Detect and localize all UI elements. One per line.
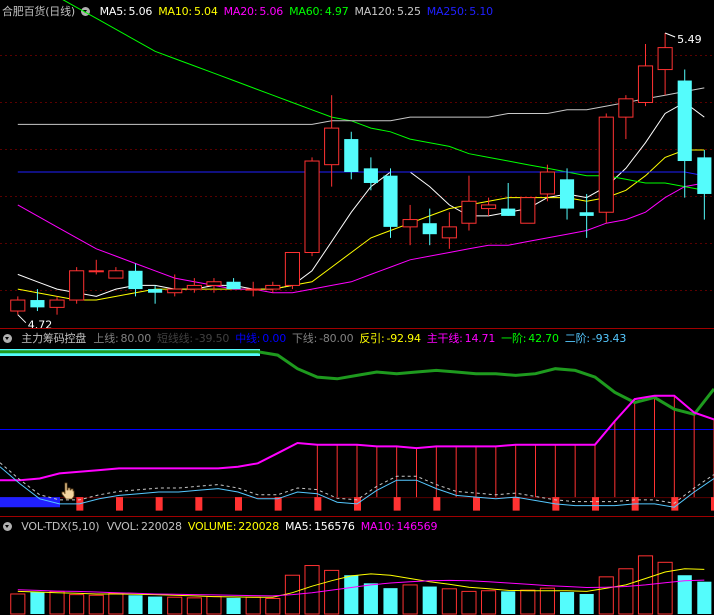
candle-up bbox=[637, 65, 654, 103]
candle-up bbox=[598, 116, 614, 213]
red-bar bbox=[155, 497, 163, 511]
candle-down bbox=[579, 212, 594, 216]
candle-down bbox=[30, 300, 45, 308]
volume-bar-up bbox=[10, 593, 26, 615]
volume-bar-down bbox=[559, 592, 575, 614]
high-marker bbox=[664, 32, 676, 38]
green-line bbox=[0, 350, 714, 416]
red-bar bbox=[116, 497, 123, 511]
candle-down bbox=[422, 223, 437, 235]
candle-up bbox=[10, 299, 26, 312]
candle-up bbox=[69, 270, 85, 301]
hand-cursor-icon bbox=[61, 482, 75, 500]
candle-down bbox=[677, 80, 692, 162]
candle-up bbox=[481, 204, 497, 210]
low-label: 4.72 bbox=[28, 319, 53, 332]
candle-up bbox=[206, 281, 222, 286]
volume-bar-down bbox=[697, 581, 712, 614]
candle-down bbox=[226, 281, 241, 290]
red-bar bbox=[512, 497, 520, 511]
candle-down bbox=[383, 175, 398, 227]
red-bar bbox=[473, 497, 480, 511]
candle-up bbox=[402, 219, 418, 228]
volume-bar-down bbox=[501, 591, 516, 614]
volume-pane[interactable] bbox=[10, 555, 712, 615]
candle-up bbox=[284, 251, 300, 286]
volume-bar-up bbox=[186, 597, 202, 615]
volume-bar-up bbox=[88, 594, 104, 615]
candle-down bbox=[344, 139, 359, 172]
candle-up bbox=[186, 284, 202, 290]
volume-bar-up bbox=[598, 576, 614, 615]
volume-bar-up bbox=[108, 592, 124, 615]
candle-down bbox=[501, 208, 516, 216]
candle-up bbox=[618, 98, 634, 118]
volume-bar-up bbox=[657, 561, 673, 615]
candle-up bbox=[324, 127, 340, 166]
high-label: 5.49 bbox=[677, 33, 702, 46]
volume-bar-down bbox=[363, 583, 378, 614]
red-bar bbox=[671, 497, 679, 511]
red-bar bbox=[314, 497, 322, 511]
volume-bar-up bbox=[69, 594, 85, 615]
candle-up bbox=[441, 226, 457, 239]
volume-bar-up bbox=[402, 584, 418, 615]
volume-bar-up bbox=[539, 587, 555, 615]
volume-bar-up bbox=[618, 568, 634, 615]
volume-bar-down bbox=[148, 596, 163, 614]
candle-up bbox=[657, 47, 673, 71]
chart-canvas[interactable]: 5.49 4.72 bbox=[0, 0, 714, 615]
volume-bar-up bbox=[206, 596, 222, 615]
candle-up bbox=[49, 299, 65, 308]
volume-bar-up bbox=[245, 596, 261, 615]
price-pane[interactable]: 5.49 4.72 bbox=[0, 0, 714, 332]
red-bar bbox=[433, 497, 441, 511]
volume-bar-down bbox=[344, 575, 359, 614]
candle-up bbox=[520, 197, 536, 224]
candle-up bbox=[539, 171, 555, 195]
candle-up bbox=[304, 160, 320, 253]
candle-down bbox=[363, 168, 378, 183]
volume-bar-down bbox=[226, 597, 241, 614]
volume-bar-down bbox=[422, 586, 437, 614]
volume-bar-up bbox=[49, 590, 65, 615]
volume-bar-up bbox=[441, 588, 457, 615]
volume-bar-up bbox=[167, 596, 183, 615]
low-marker bbox=[17, 314, 27, 324]
volume-bar-down bbox=[30, 592, 45, 614]
volume-bar-down bbox=[128, 595, 143, 614]
candle-down bbox=[559, 179, 575, 209]
candle-down bbox=[148, 289, 163, 293]
red-bar bbox=[195, 497, 203, 511]
volume-bar-up bbox=[520, 589, 536, 615]
volume-bar-up bbox=[481, 590, 497, 615]
volume-bar-up bbox=[304, 565, 320, 615]
candle-up bbox=[167, 288, 183, 294]
candle-up bbox=[108, 270, 124, 279]
volume-bar-up bbox=[324, 569, 340, 615]
volume-bar-down bbox=[579, 593, 594, 614]
red-bar bbox=[592, 497, 599, 511]
candle-up bbox=[245, 288, 261, 291]
candle-down bbox=[128, 270, 143, 290]
volume-bar-up bbox=[461, 590, 477, 615]
candle-down bbox=[697, 157, 712, 194]
candle-up bbox=[88, 270, 104, 273]
volume-bar-down bbox=[383, 588, 398, 614]
candle-up bbox=[265, 284, 281, 290]
volume-bar-up bbox=[265, 597, 281, 615]
red-bar bbox=[393, 497, 401, 511]
red-bar bbox=[235, 497, 242, 511]
candle-up bbox=[461, 200, 477, 224]
indicator-pane[interactable] bbox=[0, 349, 714, 511]
